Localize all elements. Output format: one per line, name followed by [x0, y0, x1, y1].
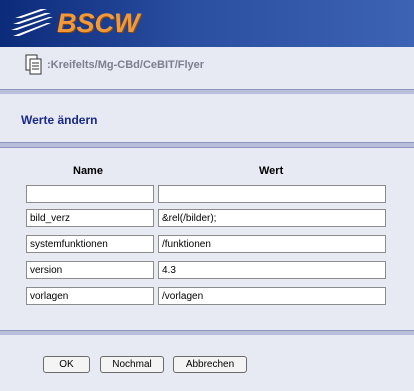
ok-button[interactable]: OK	[43, 356, 90, 373]
column-header-value: Wert	[259, 165, 284, 177]
value-field[interactable]	[158, 287, 386, 305]
value-field[interactable]	[158, 261, 386, 279]
cancel-button[interactable]: Abbrechen	[173, 356, 247, 373]
bscw-logo: BSCW	[11, 6, 151, 40]
title-bar: Werte ändern	[0, 94, 414, 143]
name-field[interactable]	[26, 209, 154, 227]
name-field[interactable]	[26, 261, 154, 279]
column-header-name: Name	[73, 165, 103, 177]
name-field[interactable]	[26, 287, 154, 305]
form-panel: Name Wert	[0, 148, 414, 330]
logo-text: BSCW	[57, 8, 140, 38]
button-bar: OK Nochmal Abbrechen	[0, 335, 414, 391]
value-field[interactable]	[158, 185, 386, 203]
documents-icon[interactable]	[25, 54, 43, 76]
value-field[interactable]	[158, 235, 386, 253]
breadcrumb[interactable]: :Kreifelts/Mg-CBd/CeBIT/Flyer	[47, 59, 204, 71]
path-bar: :Kreifelts/Mg-CBd/CeBIT/Flyer	[0, 47, 414, 89]
page-title: Werte ändern	[21, 113, 98, 127]
bscw-logo-icon	[11, 9, 53, 36]
name-field[interactable]	[26, 235, 154, 253]
app-header: BSCW	[0, 0, 414, 47]
name-field[interactable]	[26, 185, 154, 203]
reset-button[interactable]: Nochmal	[100, 356, 164, 373]
value-field[interactable]	[158, 209, 386, 227]
